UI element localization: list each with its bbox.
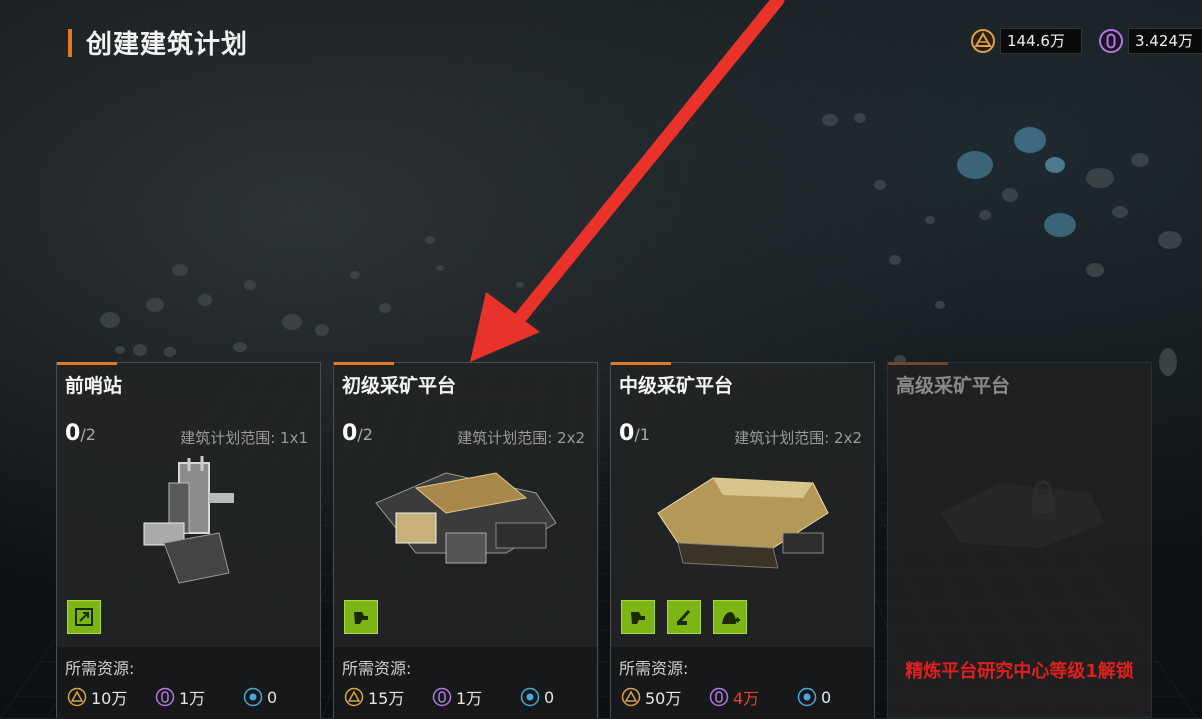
build-range: 建筑计划范围: 1x1 (180, 429, 308, 447)
crystal-icon (432, 687, 452, 707)
card-accent-line (888, 362, 948, 365)
card-name: 高级采矿平台 (896, 375, 1011, 397)
gold-ore-icon (67, 687, 87, 707)
resource-energy: 0 (520, 687, 608, 707)
crystal-icon (709, 687, 729, 707)
locked-platform-silhouette (939, 480, 1105, 548)
outpost-model (143, 456, 234, 584)
resource-gold: 50万 (621, 685, 709, 709)
module-badges (67, 600, 101, 634)
build-count: 0/1 (619, 421, 650, 446)
card-advanced-mining-platform[interactable]: 高级采矿平台 精炼平台研究中心等级1解锁 (887, 362, 1152, 718)
crystal-value: 3.424万 (1128, 28, 1202, 54)
resource-energy: 0 (797, 687, 885, 707)
build-range: 建筑计划范围: 2x2 (734, 429, 862, 447)
resources-label: 所需资源: (619, 659, 689, 678)
card-basic-mining-platform[interactable]: 初级采矿平台 0/2 建筑计划范围: 2x2 所需资源: 15万 1万 0 (333, 362, 598, 719)
resource-panel: 所需资源: 50万 4万 0 (611, 647, 874, 719)
card-intermediate-mining-platform[interactable]: 中级采矿平台 0/1 建筑计划范围: 2x2 所需资源: 50万 4万 0 (610, 362, 875, 719)
insufficient-resource-value: 4万 (733, 689, 760, 708)
crystal-icon (1099, 29, 1123, 53)
energy-icon (520, 687, 540, 707)
card-name: 前哨站 (65, 375, 123, 397)
resources-label: 所需资源: (65, 659, 135, 678)
resource-crystal: 4万 (709, 685, 797, 709)
card-name: 初级采矿平台 (342, 375, 457, 397)
module-badges (621, 600, 747, 634)
crystal-icon (155, 687, 175, 707)
energy-icon (797, 687, 817, 707)
card-accent-line (57, 362, 117, 365)
gold-ore-value: 144.6万 (1000, 28, 1082, 54)
energy-icon (243, 687, 263, 707)
resource-gold: 15万 (344, 685, 432, 709)
resource-panel: 所需资源: 15万 1万 0 (334, 647, 597, 719)
gold-ore-icon (621, 687, 641, 707)
resource-energy: 0 (243, 687, 331, 707)
build-range: 建筑计划范围: 2x2 (457, 429, 585, 447)
crystal-currency[interactable]: 3.424万 (1098, 28, 1202, 54)
unlock-requirement: 精炼平台研究中心等级1解锁 (905, 661, 1134, 682)
gold-ore-icon (344, 687, 364, 707)
mining-module-icon[interactable] (344, 600, 378, 634)
card-name: 中级采矿平台 (619, 375, 734, 397)
card-accent-line (611, 362, 671, 365)
drill-module-icon[interactable] (667, 600, 701, 634)
gold-ore-icon (971, 29, 995, 53)
build-module-icon[interactable] (67, 600, 101, 634)
resource-crystal: 1万 (432, 685, 520, 709)
basic-mining-platform-model (374, 472, 557, 564)
module-badges (344, 600, 378, 634)
build-count: 0/2 (342, 421, 373, 446)
intermediate-mining-platform-model (656, 477, 829, 569)
resource-gold: 10万 (67, 685, 155, 709)
gold-ore-currency[interactable]: 144.6万 (970, 28, 1082, 54)
resource-crystal: 1万 (155, 685, 243, 709)
card-outpost[interactable]: 前哨站 0/2 建筑计划范围: 1x1 所需资源: 10万 1万 0 (56, 362, 321, 719)
page-title: 创建建筑计划 (86, 30, 249, 60)
resource-panel: 所需资源: 10万 1万 0 (57, 647, 320, 719)
card-accent-line (334, 362, 394, 365)
title-bar: 创建建筑计划 (68, 24, 248, 61)
ore-plus-icon[interactable] (713, 600, 747, 634)
build-count: 0/2 (65, 421, 96, 446)
resources-label: 所需资源: (342, 659, 412, 678)
title-accent-bar (68, 28, 72, 57)
mining-module-icon[interactable] (621, 600, 655, 634)
